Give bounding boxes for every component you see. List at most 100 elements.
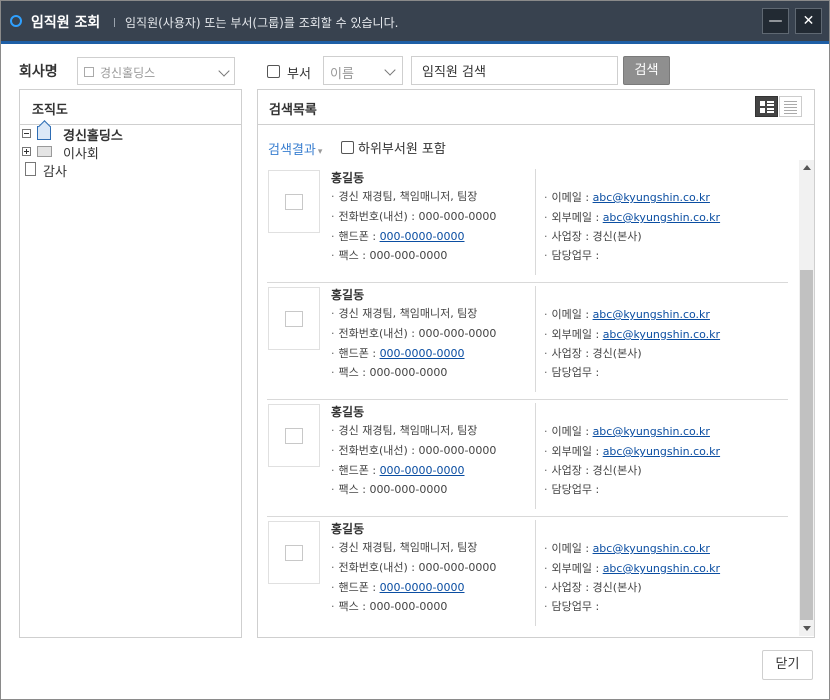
search-button[interactable]: 검색 bbox=[623, 56, 670, 85]
bullet: · bbox=[544, 230, 548, 243]
email-prefix: 이메일 : bbox=[551, 425, 593, 438]
tree-node-board[interactable]: 이사회 bbox=[21, 143, 241, 162]
bullet: · bbox=[331, 464, 335, 477]
email-link[interactable]: abc@kyungshin.co.kr bbox=[593, 542, 710, 555]
employee-duty: · 담당업무 : bbox=[544, 598, 599, 614]
email-link[interactable]: abc@kyungshin.co.kr bbox=[593, 308, 710, 321]
bullet: · bbox=[331, 561, 335, 574]
dept-checkbox[interactable] bbox=[267, 65, 280, 78]
employee-ext-email: · 외부메일 : abc@kyungshin.co.kr bbox=[544, 326, 720, 342]
photo-placeholder bbox=[268, 287, 320, 350]
search-type-select[interactable]: 이름 bbox=[323, 56, 403, 85]
grid-view-icon bbox=[760, 101, 774, 113]
include-sub-dept-label[interactable]: 하위부서원 포함 bbox=[358, 138, 446, 157]
ext-email-link[interactable]: abc@kyungshin.co.kr bbox=[603, 211, 720, 224]
email-link[interactable]: abc@kyungshin.co.kr bbox=[593, 425, 710, 438]
employee-card[interactable]: 홍길동 · 경신 재경팀, 책임매니저, 팀장 · 전화번호(내선) : 000-0… bbox=[267, 283, 788, 400]
employee-card[interactable]: 홍길동 · 경신 재경팀, 책임매니저, 팀장 · 전화번호(내선) : 000-0… bbox=[267, 166, 788, 283]
mobile-link[interactable]: 000-0000-0000 bbox=[380, 347, 465, 360]
chevron-down-icon bbox=[218, 65, 230, 77]
ext-email-prefix: 외부메일 : bbox=[551, 328, 603, 341]
tree-node-label: 이사회 bbox=[63, 147, 99, 162]
duty-text: 담당업무 : bbox=[551, 600, 600, 613]
bullet: · bbox=[544, 308, 548, 321]
close-button[interactable]: 닫기 bbox=[762, 650, 813, 680]
bullet: · bbox=[331, 444, 335, 457]
search-input[interactable] bbox=[411, 56, 618, 85]
employee-search-window: 임직원 조회 임직원(사용자) 또는 부서(그룹)를 조회할 수 있습니다. —… bbox=[0, 0, 830, 700]
scroll-down-arrow-icon[interactable] bbox=[803, 626, 811, 631]
employee-site: · 사업장 : 경신(본사) bbox=[544, 462, 642, 478]
scroll-up-arrow-icon[interactable] bbox=[803, 165, 811, 170]
bullet: · bbox=[544, 328, 548, 341]
employee-email: · 이메일 : abc@kyungshin.co.kr bbox=[544, 423, 710, 439]
list-view-button[interactable] bbox=[779, 96, 802, 117]
tree-node-audit[interactable]: 감사 bbox=[21, 161, 241, 180]
employee-mobile: · 핸드폰 : 000-0000-0000 bbox=[331, 345, 465, 361]
search-results-panel: 검색목록 검색결과 ▾ 하위부서원 포함 홍길동 · 경신 재경팀, 책임매니저, … bbox=[257, 89, 815, 638]
email-link[interactable]: abc@kyungshin.co.kr bbox=[593, 191, 710, 204]
email-prefix: 이메일 : bbox=[551, 542, 593, 555]
tree-node-label: 경신홀딩스 bbox=[63, 129, 123, 144]
org-chart-panel: 조직도 경신홀딩스 이사회 감사 bbox=[19, 89, 242, 638]
email-prefix: 이메일 : bbox=[551, 191, 593, 204]
employee-office-phone: · 전화번호(내선) : 000-000-0000 bbox=[331, 208, 496, 224]
close-window-button[interactable]: ✕ bbox=[795, 8, 822, 34]
title-separator bbox=[114, 18, 115, 27]
ext-email-link[interactable]: abc@kyungshin.co.kr bbox=[603, 562, 720, 575]
employee-email: · 이메일 : abc@kyungshin.co.kr bbox=[544, 540, 710, 556]
employee-position: · 경신 재경팀, 책임매니저, 팀장 bbox=[331, 539, 477, 555]
bullet: · bbox=[544, 483, 548, 496]
employee-ext-email: · 외부메일 : abc@kyungshin.co.kr bbox=[544, 443, 720, 459]
bullet: · bbox=[544, 191, 548, 204]
mobile-prefix: 핸드폰 : bbox=[338, 464, 380, 477]
collapse-icon[interactable] bbox=[22, 129, 31, 138]
employee-email: · 이메일 : abc@kyungshin.co.kr bbox=[544, 189, 710, 205]
bullet: · bbox=[544, 366, 548, 379]
employee-email: · 이메일 : abc@kyungshin.co.kr bbox=[544, 306, 710, 322]
dept-checkbox-label[interactable]: 부서 bbox=[287, 63, 311, 82]
fax-text: 팩스 : 000-000-0000 bbox=[338, 249, 448, 262]
office-phone-text: 전화번호(내선) : 000-000-0000 bbox=[338, 561, 497, 574]
scrollbar-thumb[interactable] bbox=[800, 270, 813, 620]
results-scrollbar[interactable] bbox=[799, 160, 814, 636]
employee-ext-email: · 외부메일 : abc@kyungshin.co.kr bbox=[544, 560, 720, 576]
bullet: · bbox=[544, 211, 548, 224]
card-view-button[interactable] bbox=[755, 96, 778, 117]
company-select[interactable]: 경신홀딩스 bbox=[77, 57, 235, 85]
card-divider bbox=[535, 403, 536, 509]
employee-site: · 사업장 : 경신(본사) bbox=[544, 579, 642, 595]
bullet: · bbox=[331, 347, 335, 360]
bullet: · bbox=[544, 425, 548, 438]
include-sub-dept-checkbox[interactable] bbox=[341, 141, 354, 154]
mobile-link[interactable]: 000-0000-0000 bbox=[380, 230, 465, 243]
ext-email-link[interactable]: abc@kyungshin.co.kr bbox=[603, 445, 720, 458]
image-placeholder-icon bbox=[285, 428, 303, 444]
site-text: 사업장 : 경신(본사) bbox=[551, 230, 642, 243]
fax-text: 팩스 : 000-000-0000 bbox=[338, 600, 448, 613]
expand-icon[interactable] bbox=[22, 147, 31, 156]
bullet: · bbox=[544, 542, 548, 555]
bullet: · bbox=[544, 562, 548, 575]
employee-name: 홍길동 bbox=[331, 522, 365, 536]
result-filter-dropdown[interactable]: 검색결과 ▾ bbox=[268, 139, 322, 158]
employee-fax: · 팩스 : 000-000-0000 bbox=[331, 598, 447, 614]
mobile-link[interactable]: 000-0000-0000 bbox=[380, 581, 465, 594]
employee-fax: · 팩스 : 000-000-0000 bbox=[331, 364, 447, 380]
bullet: · bbox=[331, 230, 335, 243]
ext-email-link[interactable]: abc@kyungshin.co.kr bbox=[603, 328, 720, 341]
tree-node-holdings[interactable]: 경신홀딩스 bbox=[21, 125, 241, 144]
mobile-prefix: 핸드폰 : bbox=[338, 347, 380, 360]
employee-card[interactable]: 홍길동 · 경신 재경팀, 책임매니저, 팀장 · 전화번호(내선) : 000-0… bbox=[267, 517, 788, 631]
mobile-link[interactable]: 000-0000-0000 bbox=[380, 464, 465, 477]
title-accent-line bbox=[1, 41, 829, 44]
bullet: · bbox=[544, 600, 548, 613]
image-placeholder-icon bbox=[285, 311, 303, 327]
duty-text: 담당업무 : bbox=[551, 366, 600, 379]
employee-site: · 사업장 : 경신(본사) bbox=[544, 345, 642, 361]
list-view-icon bbox=[784, 101, 797, 114]
minimize-button[interactable]: — bbox=[762, 8, 789, 34]
employee-duty: · 담당업무 : bbox=[544, 481, 599, 497]
employee-card[interactable]: 홍길동 · 경신 재경팀, 책임매니저, 팀장 · 전화번호(내선) : 000-0… bbox=[267, 400, 788, 517]
document-icon bbox=[25, 162, 36, 176]
